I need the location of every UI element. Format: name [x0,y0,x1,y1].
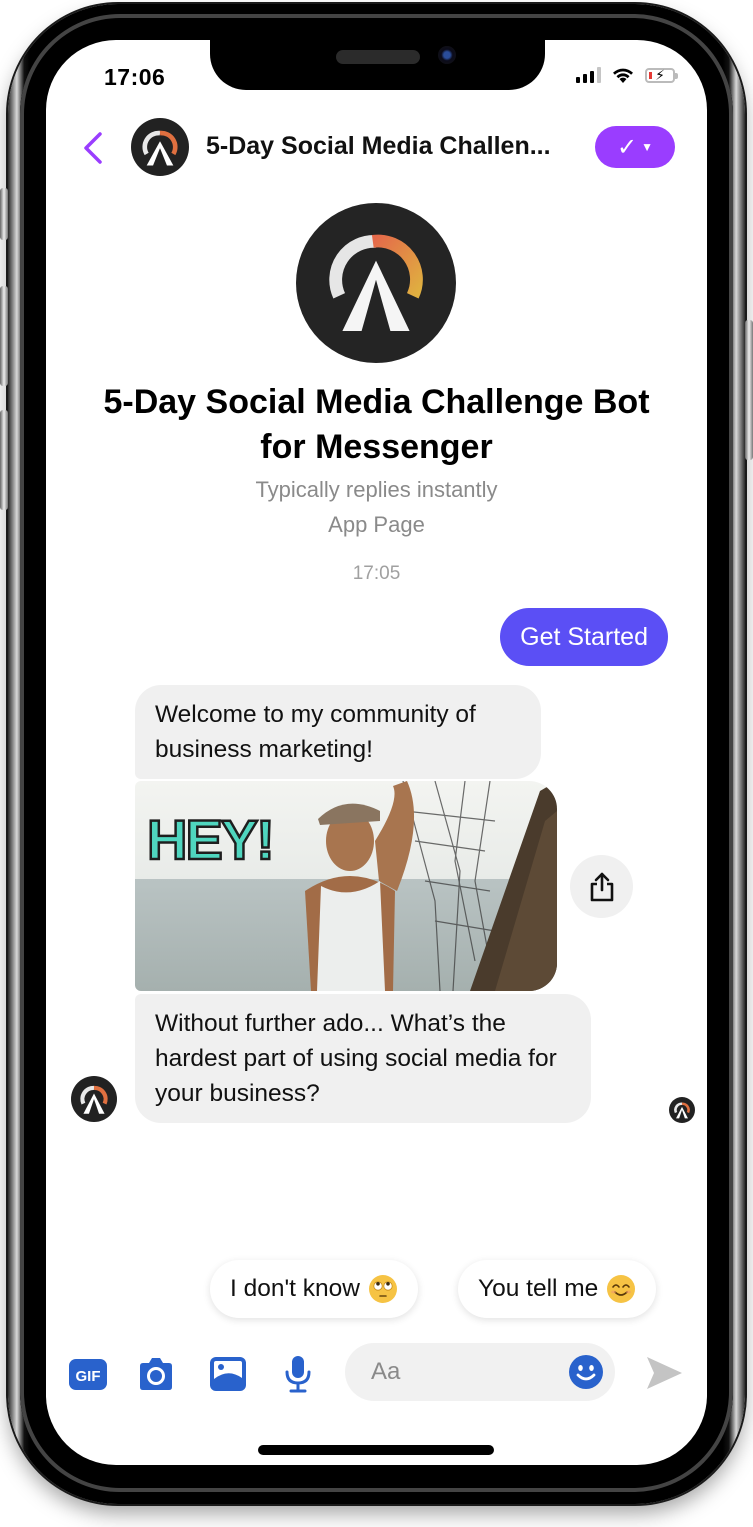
power-button [745,320,753,460]
profile-avatar [296,203,456,363]
status-time: 17:06 [104,64,166,90]
battery-charging-icon: ⚡ [645,67,678,83]
home-indicator[interactable] [258,1445,494,1455]
quick-reply-label: You tell me [478,1275,599,1302]
volume-up-button [0,286,8,386]
hey-gif-image: HEY! [135,781,557,991]
quick-reply-i-dont-know[interactable]: I don't know [210,1260,418,1318]
seen-indicator-avatar [669,1097,695,1123]
checkmark-icon: ✓ [617,133,638,161]
caret-down-icon: ▼ [641,140,653,154]
svg-text:GIF: GIF [76,1368,101,1385]
earpiece-speaker [336,50,420,64]
front-camera [438,46,456,64]
gif-button[interactable]: GIF [68,1354,108,1394]
send-icon [647,1357,682,1389]
screen: 17:06 ⚡ 5-Day Social Media Challen... ✓ … [46,40,707,1465]
camera-icon [140,1358,172,1390]
message-timestamp: 17:05 [352,563,401,584]
share-icon [590,872,613,901]
user-message-get-started[interactable]: Get Started [500,608,668,666]
svg-text:HEY!: HEY! [147,808,273,871]
rolling-eyes-emoji-icon [368,1275,397,1303]
back-button[interactable] [78,128,108,168]
notch [210,40,545,90]
volume-down-button [0,410,8,510]
microphone-icon [285,1356,311,1393]
profile-name: 5-Day Social Media Challenge Bot for Mes… [103,383,650,466]
conversation-header: 5-Day Social Media Challen... ✓ ▼ [46,118,707,178]
camera-button[interactable] [136,1354,176,1394]
emoji-icon [569,1355,603,1389]
quick-reply-label: I don't know [230,1275,360,1302]
smiling-eyes-emoji-icon [607,1275,636,1303]
composer-bar: GIF [46,1342,707,1404]
quick-reply-you-tell-me[interactable]: You tell me [458,1260,657,1318]
page-avatar[interactable] [131,118,189,176]
chevron-left-icon [84,132,102,164]
verify-dropdown-button[interactable]: ✓ ▼ [595,126,675,168]
emoji-button[interactable] [568,1354,604,1390]
send-button[interactable] [644,1354,684,1392]
cellular-signal-icon [576,67,601,83]
photo-button[interactable] [208,1354,248,1394]
bot-message[interactable]: Without further ado... What’s the hardes… [135,994,591,1123]
wifi-icon [613,68,633,83]
bot-avatar[interactable] [71,1076,117,1122]
status-icons: ⚡ [576,66,678,84]
bot-message[interactable]: Welcome to my community of business mark… [135,685,541,779]
header-title[interactable]: 5-Day Social Media Challen... [206,132,551,161]
image-icon [210,1357,246,1391]
bot-gif-message[interactable]: HEY! [135,781,557,991]
voice-button[interactable] [278,1354,318,1394]
share-button[interactable] [570,855,633,918]
mute-switch [0,188,8,240]
gif-icon: GIF [69,1359,107,1390]
page-type-text: App Page [328,512,425,537]
reply-time-text: Typically replies instantly [255,477,498,502]
